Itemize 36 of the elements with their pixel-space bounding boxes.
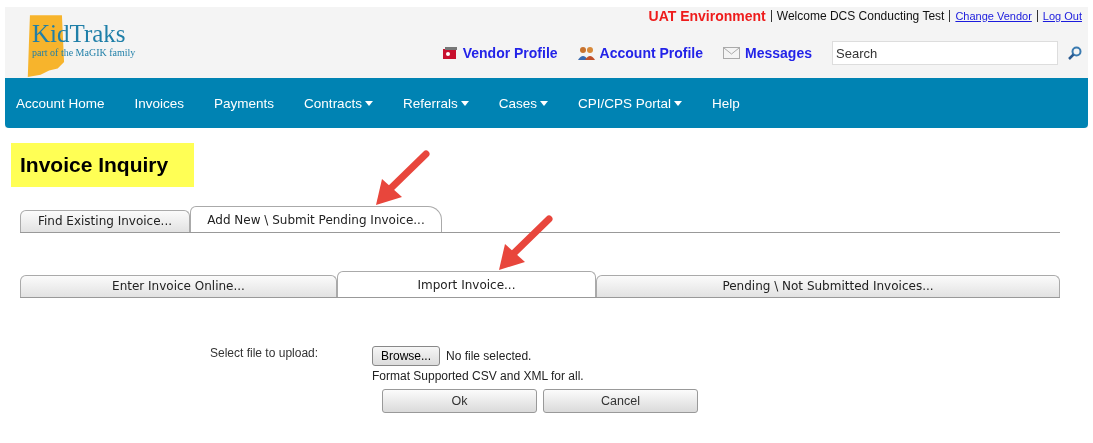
caret-icon bbox=[673, 100, 682, 106]
search-field[interactable]: Search bbox=[832, 41, 1058, 65]
browse-button[interactable]: Browse... bbox=[372, 346, 440, 366]
nav-item[interactable]: Help bbox=[711, 95, 740, 111]
nav-item[interactable]: Account Home bbox=[16, 95, 105, 111]
tab[interactable]: Find Existing Invoice... bbox=[20, 210, 190, 232]
envelope-icon bbox=[723, 47, 741, 59]
page-title: Invoice Inquiry bbox=[11, 143, 195, 187]
tab[interactable]: Import Invoice... bbox=[337, 271, 596, 297]
tab[interactable]: Enter Invoice Online... bbox=[20, 275, 337, 297]
nav-item[interactable]: Contracts bbox=[304, 95, 373, 111]
tab[interactable]: Add New \ Submit Pending Invoice... bbox=[190, 206, 442, 232]
search-icon[interactable] bbox=[1068, 46, 1082, 60]
upload-label: Select file to upload: bbox=[210, 346, 320, 362]
format-hint: Format Supported CSV and XML for all. bbox=[372, 369, 585, 383]
people-icon bbox=[577, 46, 595, 60]
nav-item[interactable]: CPI/CPS Portal bbox=[577, 95, 682, 111]
nav-item[interactable]: Payments bbox=[214, 95, 275, 111]
profile-link[interactable]: Messages bbox=[723, 45, 812, 61]
header-link[interactable]: Change Vendor bbox=[949, 10, 1032, 22]
welcome-text: Welcome DCS Conducting Test bbox=[770, 10, 945, 22]
profile-link[interactable]: Account Profile bbox=[577, 45, 704, 61]
nav-item[interactable]: Invoices bbox=[134, 95, 185, 111]
id-card-icon bbox=[441, 46, 458, 60]
file-status: No file selected. bbox=[446, 349, 532, 363]
tab[interactable]: Pending \ Not Submitted Invoices... bbox=[596, 275, 1060, 297]
action-button[interactable]: Cancel bbox=[543, 389, 698, 413]
environment-label: UAT Environment bbox=[648, 8, 766, 24]
caret-icon bbox=[539, 100, 548, 106]
profile-link[interactable]: Vendor Profile bbox=[441, 45, 558, 61]
header-link[interactable]: Log Out bbox=[1036, 10, 1082, 22]
nav-item[interactable]: Referrals bbox=[402, 95, 469, 111]
caret-icon bbox=[460, 100, 469, 106]
caret-icon bbox=[364, 100, 373, 106]
action-button[interactable]: Ok bbox=[382, 389, 537, 413]
nav-item[interactable]: Cases bbox=[498, 95, 548, 111]
